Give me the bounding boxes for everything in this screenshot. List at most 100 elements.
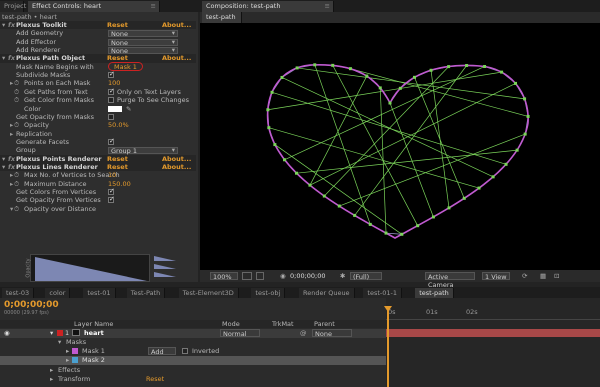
expand-triangle-icon[interactable]: ▸ [10, 79, 13, 87]
effect-row-opacity[interactable]: ▸ ⏱ Opacity 50.0% [0, 121, 196, 129]
timeline-icon[interactable]: ▦ [540, 272, 546, 280]
visibility-eye-icon[interactable]: ◉ [4, 329, 10, 338]
composition-viewer[interactable] [200, 23, 600, 270]
expand-triangle-icon[interactable]: ▸ [10, 130, 13, 138]
expand-triangle-icon[interactable]: ▾ [58, 338, 61, 347]
expand-triangle-icon[interactable]: ▸ [10, 171, 13, 179]
mode-header[interactable]: Mode [222, 320, 240, 328]
camera-dropdown[interactable]: Active Camera [425, 272, 475, 289]
mask-row-1[interactable]: ▸ Mask 1 Add Inverted [0, 347, 386, 356]
property-value[interactable]: 10 [108, 171, 116, 179]
curve-presets[interactable] [154, 256, 178, 280]
expand-triangle-icon[interactable]: ▸ [50, 366, 53, 375]
reset-link[interactable]: Reset [107, 155, 128, 163]
mask-2-name[interactable]: Mask 2 [82, 356, 105, 365]
property-checkbox[interactable] [108, 195, 115, 204]
about-link[interactable]: About... [162, 155, 191, 163]
expand-triangle-icon[interactable]: ▸ [10, 121, 13, 129]
color-swatch[interactable] [108, 105, 122, 112]
stopwatch-icon[interactable]: ⏱ [14, 79, 19, 87]
layer-label-color[interactable] [57, 330, 63, 336]
mask-1-name[interactable]: Mask 1 [82, 347, 105, 356]
layer-name[interactable]: heart [84, 329, 104, 338]
effect-row-add-geometry[interactable]: Add Geometry None [0, 29, 196, 38]
reset-link[interactable]: Reset [107, 21, 128, 29]
effect-row-get-opacity-from-vertices[interactable]: Get Opacity From Vertices [0, 195, 196, 204]
effect-row-color[interactable]: Color ✎ [0, 105, 196, 113]
zoom-dropdown[interactable]: 100% [210, 272, 238, 281]
grid-icon[interactable] [256, 272, 264, 280]
expand-triangle-icon[interactable]: ▾ [2, 155, 5, 163]
transform-group-row[interactable]: ▸ Transform Reset [0, 375, 386, 384]
expand-triangle-icon[interactable]: ▸ [66, 347, 69, 356]
effect-row-get-color-from-masks[interactable]: ⏱ Get Color from Masks Purge To See Change… [0, 96, 196, 104]
fast-preview-icon[interactable]: ⟳ [522, 272, 527, 280]
effect-row-points-on-each-mask[interactable]: ▸ ⏱ Points on Each Mask 100 [0, 79, 196, 87]
effect-row-replication[interactable]: ▸ Replication [0, 130, 196, 138]
layer-name-header[interactable]: Layer Name [74, 320, 113, 328]
panel-menu-icon[interactable]: ≡ [151, 1, 156, 12]
tab-project[interactable]: Project [0, 1, 26, 12]
mask-color-swatch[interactable] [72, 357, 78, 363]
expand-triangle-icon[interactable]: ▸ [66, 356, 69, 365]
effect-row-group[interactable]: Group Group 1 [0, 146, 196, 155]
camera-snapshot-icon[interactable]: ◉ [280, 272, 286, 280]
effect-row-maximum-distance[interactable]: ▸ ⏱ Maximum Distance 150.00 [0, 180, 196, 188]
pickwhip-icon[interactable]: @ [300, 329, 307, 338]
effect-row-opacity-over-distance[interactable]: ▾ ⏱ Opacity over Distance [0, 205, 196, 213]
expand-triangle-icon[interactable]: ▾ [50, 329, 53, 338]
timeline-timecode[interactable]: 0;00;00;00 [4, 300, 59, 310]
resolution-dropdown[interactable]: (Full) [350, 272, 382, 281]
flowchart-icon[interactable]: ⊡ [554, 272, 559, 280]
mask-inverted-checkbox[interactable] [182, 348, 188, 354]
view-layout-dropdown[interactable]: 1 View [482, 272, 510, 281]
property-dropdown[interactable]: None [108, 38, 178, 46]
current-time[interactable]: 0;00;00;00 [290, 272, 326, 280]
mask-row-2[interactable]: ▸ Mask 2 [0, 356, 386, 365]
effect-row-plexus-toolkit[interactable]: ▾ fx Plexus Toolkit Reset About... [0, 21, 196, 30]
current-time-indicator[interactable] [387, 306, 389, 387]
transform-reset-link[interactable]: Reset [146, 375, 164, 384]
effect-row-get-colors-from-vertices[interactable]: Get Colors From Vertices [0, 187, 196, 196]
tab-effect-controls[interactable]: Effect Controls: heart ≡ [28, 1, 160, 12]
stopwatch-icon[interactable]: ⏱ [14, 205, 19, 213]
property-dropdown[interactable]: None [108, 47, 178, 55]
property-dropdown[interactable]: Group 1 [108, 147, 178, 155]
effect-row-add-effector[interactable]: Add Effector None [0, 38, 196, 46]
expand-triangle-icon[interactable]: ▸ [50, 375, 53, 384]
expand-triangle-icon[interactable]: ▾ [10, 205, 13, 213]
mask-color-swatch[interactable] [72, 348, 78, 354]
property-checkbox[interactable] [108, 113, 114, 120]
safe-zones-icon[interactable] [242, 272, 252, 280]
panel-menu-icon[interactable]: ≡ [325, 1, 330, 12]
layer-duration-bar[interactable] [386, 329, 600, 337]
effect-row-generate-facets[interactable]: Generate Facets [0, 137, 196, 146]
color-channel-icon[interactable]: ✱ [340, 272, 345, 280]
stopwatch-icon[interactable]: ⏱ [14, 88, 19, 96]
layer-mode-dropdown[interactable]: Normal [220, 329, 260, 338]
property-dropdown[interactable]: None [108, 30, 178, 38]
tab-composition[interactable]: Composition: test-path ≡ [202, 1, 334, 12]
stopwatch-icon[interactable]: ⏱ [14, 121, 19, 129]
tab-comp-test-path[interactable]: test-path [202, 12, 242, 23]
property-checkbox[interactable] [108, 187, 115, 195]
parent-header[interactable]: Parent [314, 320, 335, 328]
effect-row-subdivide-masks[interactable]: Subdivide Masks [0, 70, 196, 79]
parent-dropdown[interactable]: None [312, 329, 352, 338]
mask-mode-dropdown[interactable]: Add [148, 347, 176, 356]
effect-row-plexus-lines-renderer[interactable]: ▾ fx Plexus Lines Renderer Reset About... [0, 162, 196, 172]
about-link[interactable]: About... [162, 163, 191, 171]
expand-triangle-icon[interactable]: ▾ [2, 163, 5, 171]
about-link[interactable]: About... [162, 21, 191, 29]
eyedropper-icon[interactable]: ✎ [126, 105, 131, 113]
reset-link[interactable]: Reset [107, 163, 128, 171]
timeline-tracks[interactable]: 0s 01s 02s [384, 298, 600, 387]
effect-row-mask-name-begins-with[interactable]: Mask Name Begins with Mask 1 [0, 61, 196, 71]
effect-row-plexus-points-renderer[interactable]: ▾ fx Plexus Points Renderer Reset About... [0, 154, 196, 163]
expand-triangle-icon[interactable]: ▾ [2, 54, 5, 62]
property-checkbox[interactable] [108, 70, 115, 78]
property-checkbox[interactable] [108, 137, 115, 145]
effect-row-get-opacity-from-masks[interactable]: Get Opacity from Masks [0, 113, 196, 121]
fx-badge[interactable]: fx [8, 54, 15, 62]
fx-badge[interactable]: fx [8, 155, 15, 163]
